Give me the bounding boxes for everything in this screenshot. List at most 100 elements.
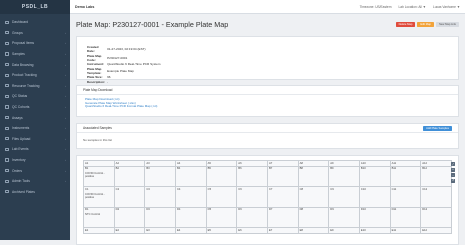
plate-well[interactable]: B12: [421, 166, 452, 187]
plate-well[interactable]: C9: [329, 187, 360, 208]
plate-well[interactable]: E12: [421, 228, 452, 234]
plate-well[interactable]: D5: [206, 207, 237, 228]
download-links: Plate Map Download (.txt) Generate Plate…: [77, 95, 458, 112]
sidebar-item-samples[interactable]: Samples›: [0, 49, 70, 60]
plate-well[interactable]: E8: [298, 228, 329, 234]
sidebar-item-instruments[interactable]: Instruments›: [0, 123, 70, 134]
plate-well[interactable]: B11: [390, 166, 421, 187]
sidebar-item-dashboard[interactable]: Dashboard: [0, 17, 70, 28]
sidebar-item-qc-status[interactable]: QC Status›: [0, 91, 70, 102]
plate-well[interactable]: B3: [145, 166, 176, 187]
plate-well[interactable]: B4: [175, 166, 206, 187]
well-id: E9: [330, 229, 333, 232]
plate-well[interactable]: E5: [206, 228, 237, 234]
upload-icon: [5, 137, 9, 140]
quantstudio-download-link[interactable]: QuantStudio 6 Real-Time PCR Format Plate…: [85, 105, 450, 109]
edit-map-button[interactable]: Edit Map: [417, 22, 434, 27]
sidebar-item-proposal-items[interactable]: Proposal Items›: [0, 38, 70, 49]
sidebar-item-inventory[interactable]: Inventory›: [0, 155, 70, 166]
well-id: B8: [300, 167, 303, 170]
plate-well[interactable]: D2: [114, 207, 145, 228]
plate-well[interactable]: E11: [390, 228, 421, 234]
download-panel-header: Plate Map Download: [77, 86, 458, 95]
plate-well[interactable]: B2: [114, 166, 145, 187]
sidebar-item-groups[interactable]: Groups›: [0, 28, 70, 39]
plate-well[interactable]: C8: [298, 187, 329, 208]
sidebar-item-lab-events[interactable]: Lab Events›: [0, 144, 70, 155]
qc-icon: [5, 95, 9, 98]
plate-well[interactable]: D8: [298, 207, 329, 228]
plate-well[interactable]: D10: [359, 207, 390, 228]
zoom-in-icon[interactable]: +: [451, 168, 455, 172]
plate-well[interactable]: C10: [359, 187, 390, 208]
sidebar-item-resource-tracking[interactable]: Resource Tracking›: [0, 81, 70, 92]
plate-well[interactable]: E10: [359, 228, 390, 234]
plate-well[interactable]: B6: [237, 166, 268, 187]
plate-well[interactable]: E1: [84, 228, 115, 234]
associated-samples-title: Associated Samples: [83, 126, 112, 130]
user-menu[interactable]: Lucas Vanhorne ▼: [433, 5, 460, 9]
plate-well[interactable]: C6: [237, 187, 268, 208]
sidebar-item-label: Archived Plates: [12, 190, 35, 194]
well-id: B1: [85, 167, 88, 170]
plate-well[interactable]: C2: [114, 187, 145, 208]
sidebar-item-files-upload[interactable]: Files Upload›: [0, 134, 70, 145]
zoom-out-icon[interactable]: −: [451, 173, 455, 177]
plate-well[interactable]: D7: [267, 207, 298, 228]
plate-well[interactable]: B7: [267, 166, 298, 187]
well-id: D4: [177, 208, 180, 211]
plate-well[interactable]: D12: [421, 207, 452, 228]
sidebar-item-label: Files Upload: [12, 137, 30, 141]
new-map-link-button[interactable]: New Map Link: [436, 22, 459, 27]
plate-well[interactable]: E2: [114, 228, 145, 234]
plate-well[interactable]: C3: [145, 187, 176, 208]
lab-name[interactable]: Demo Labs: [75, 5, 94, 9]
info-row: Description:-: [87, 80, 162, 84]
plate-row: D1NTC ControlD2D3D4 D5D6D7D8D9D10D11D12: [84, 207, 452, 228]
well-id: C1: [85, 188, 88, 191]
timezone-selector[interactable]: Timezone: US/Eastern: [360, 5, 392, 9]
plate-well[interactable]: D1NTC Control: [84, 207, 115, 228]
sidebar-item-label: Lab Events: [12, 147, 29, 151]
delete-map-button[interactable]: Delete Map: [396, 22, 416, 27]
add-plate-samples-button[interactable]: Add Plate Samples: [423, 126, 452, 131]
plate-well[interactable]: B8: [298, 166, 329, 187]
well-sample: NTC Control: [85, 213, 113, 216]
lab-location-selector[interactable]: Lab Location: All ▼: [399, 5, 426, 9]
expand-icon[interactable]: ⤢: [451, 162, 455, 166]
brand-logo[interactable]: PSDL_LB: [0, 0, 70, 14]
plate-well[interactable]: C4: [175, 187, 206, 208]
plate-well[interactable]: B1COVID Control - positive: [84, 166, 115, 187]
plate-well[interactable]: C12: [421, 187, 452, 208]
plate-well[interactable]: D3: [145, 207, 176, 228]
plate-well[interactable]: D9: [329, 207, 360, 228]
plate-well[interactable]: E3: [145, 228, 176, 234]
plate-well[interactable]: B10: [359, 166, 390, 187]
info-value: P230127-0001: [107, 54, 162, 63]
sidebar-item-qc-cohorts[interactable]: QC Cohorts›: [0, 102, 70, 113]
sidebar-item-data-browsing[interactable]: Data Browsing›: [0, 59, 70, 70]
info-value: -: [107, 80, 162, 84]
sidebar-item-orders[interactable]: Orders›: [0, 165, 70, 176]
plate-well[interactable]: D11: [390, 207, 421, 228]
sidebar-item-label: Proposal Items: [12, 41, 34, 45]
reset-icon[interactable]: ↺: [451, 179, 455, 183]
sidebar-item-assays[interactable]: Assays›: [0, 112, 70, 123]
plate-well[interactable]: E4: [175, 228, 206, 234]
sidebar-item-archived-plates[interactable]: Archived Plates: [0, 187, 70, 198]
sidebar-item-label: Instruments: [12, 126, 29, 130]
plate-well[interactable]: D6: [237, 207, 268, 228]
sidebar-item-product-tracking[interactable]: Product Tracking›: [0, 70, 70, 81]
sidebar-item-admin-tools[interactable]: Admin Tools›: [0, 176, 70, 187]
plate-well[interactable]: B5: [206, 166, 237, 187]
plate-well[interactable]: C5: [206, 187, 237, 208]
plate-well[interactable]: B9: [329, 166, 360, 187]
plate-well[interactable]: E9: [329, 228, 360, 234]
plate-well[interactable]: C1COVID Control - positive: [84, 187, 115, 208]
plate-well[interactable]: E6: [237, 228, 268, 234]
plate-well[interactable]: D4: [175, 207, 206, 228]
plate-well[interactable]: C11: [390, 187, 421, 208]
plate-well[interactable]: E7: [267, 228, 298, 234]
plate-well[interactable]: C7: [267, 187, 298, 208]
sidebar-item-label: Inventory: [12, 158, 26, 162]
